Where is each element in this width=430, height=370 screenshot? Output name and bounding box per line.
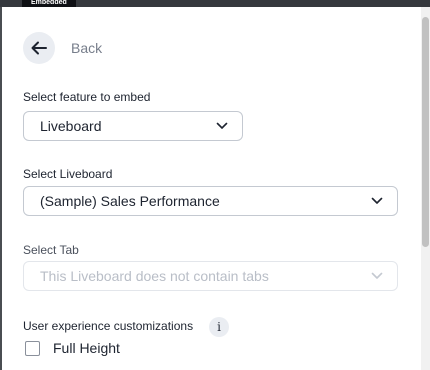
- feature-select-label: Select feature to embed: [23, 90, 151, 104]
- tab-select-placeholder: This Liveboard does not contain tabs: [40, 268, 269, 284]
- full-height-label[interactable]: Full Height: [53, 340, 120, 356]
- liveboard-select-value: (Sample) Sales Performance: [40, 193, 220, 209]
- scrollbar-track[interactable]: [421, 7, 430, 370]
- chevron-down-icon: [371, 197, 383, 204]
- window-top-bar: Embedded: [0, 0, 430, 7]
- arrow-left-icon: [31, 41, 47, 55]
- full-height-option[interactable]: Full Height: [25, 340, 120, 356]
- full-height-checkbox[interactable]: [25, 340, 40, 356]
- back-label[interactable]: Back: [71, 40, 102, 56]
- liveboard-select[interactable]: (Sample) Sales Performance: [23, 186, 398, 216]
- tab-select: This Liveboard does not contain tabs: [23, 261, 398, 291]
- back-row: Back: [23, 32, 102, 64]
- embedded-tab[interactable]: Embedded: [22, 0, 76, 7]
- chevron-down-icon: [371, 272, 383, 279]
- scrollbar-thumb[interactable]: [422, 17, 429, 247]
- info-icon[interactable]: i: [209, 317, 229, 337]
- feature-select-value: Liveboard: [40, 118, 102, 134]
- tab-select-label: Select Tab: [23, 243, 79, 257]
- feature-select[interactable]: Liveboard: [23, 111, 243, 141]
- liveboard-select-label: Select Liveboard: [23, 167, 113, 181]
- ux-customizations-label: User experience customizations: [23, 319, 194, 333]
- back-button[interactable]: [23, 32, 55, 64]
- chevron-down-icon: [216, 122, 228, 129]
